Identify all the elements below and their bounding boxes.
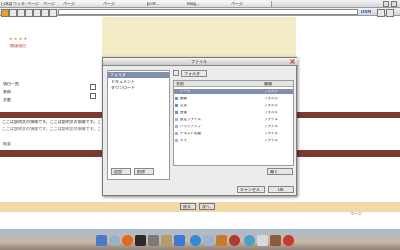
browser-icon[interactable] <box>190 235 201 246</box>
file-icon <box>175 139 178 142</box>
page-header: 関連項目 <box>10 44 26 48</box>
bookmark-icon[interactable] <box>41 9 49 17</box>
home-icon[interactable] <box>1 9 9 17</box>
table-row[interactable]: 設定ファイル ファイル <box>174 117 293 122</box>
table-row[interactable]: メモ ファイル <box>174 138 293 143</box>
footer-button-next[interactable]: 次へ <box>199 203 215 210</box>
checkbox[interactable] <box>90 84 96 90</box>
add-button[interactable]: 追加 <box>111 168 131 175</box>
window-button[interactable] <box>383 1 389 7</box>
tree-item[interactable]: ダウンロード <box>111 86 135 90</box>
mail-icon[interactable] <box>203 235 214 246</box>
table-row[interactable]: データ フォルダ <box>174 89 293 94</box>
folder-button[interactable]: フォルダ <box>181 70 207 77</box>
file-dialog: ファイル フォルダ ドキュメント ダウンロード 追加 削除 フォルダ 名前 種類… <box>102 57 298 196</box>
blue-app-icon[interactable] <box>174 235 185 246</box>
browser-tab[interactable]: ページ <box>62 1 104 7</box>
open-button[interactable]: 開く <box>267 168 293 175</box>
file-icon <box>175 132 178 135</box>
reload-icon[interactable] <box>25 9 33 17</box>
folder-icon <box>175 97 178 100</box>
system-icon[interactable] <box>109 235 120 246</box>
photo-icon[interactable] <box>216 235 227 246</box>
up-icon[interactable] <box>173 70 179 76</box>
side-label: 文献 <box>3 98 11 102</box>
network-icon[interactable] <box>148 235 159 246</box>
cream-panel <box>102 17 296 57</box>
stop-icon[interactable] <box>33 9 41 17</box>
table-header: 名前 種類 <box>174 81 293 87</box>
cancel-button[interactable]: キャンセル <box>237 186 265 193</box>
browser-tab-bar: 日本語の… ウィキペディア ページ ページ ページ ページ Jicnt… Blo… <box>0 0 400 8</box>
file-icon <box>175 125 178 128</box>
folder-tree: フォルダ ドキュメント ダウンロード <box>107 70 170 180</box>
globe-icon[interactable] <box>244 235 255 246</box>
browser-tab[interactable]: ページ <box>230 1 272 7</box>
finder-icon[interactable] <box>96 235 107 246</box>
star-rating: ★ ★ ★ ★ <box>9 37 28 41</box>
file-table: 名前 種類 データ フォルダ 画像 フォルダ 文書 フォルダ 音楽 フォルダ 設… <box>173 80 294 166</box>
remove-button[interactable]: 削除 <box>134 168 154 175</box>
game-icon[interactable] <box>229 235 240 246</box>
browser-tab[interactable]: Jicnt… <box>146 1 188 7</box>
address-bar[interactable] <box>58 9 358 15</box>
page-bottom <box>0 216 400 229</box>
ok-button[interactable]: OK <box>268 186 294 193</box>
folder-icon <box>175 104 178 107</box>
section-heading: 概要 <box>3 142 11 146</box>
app-icon[interactable] <box>257 235 268 246</box>
table-row[interactable]: 文書 フォルダ <box>174 103 293 108</box>
forward-icon[interactable] <box>17 9 25 17</box>
app-icon[interactable] <box>270 235 281 246</box>
tree-item[interactable]: ドキュメント <box>111 80 135 84</box>
right-column <box>296 17 400 112</box>
browser-tab[interactable]: ページ <box>42 1 64 7</box>
dialog-title: ファイル <box>191 60 207 64</box>
folder-icon <box>175 111 178 114</box>
zoom-icon[interactable] <box>377 9 385 17</box>
table-row[interactable]: バックアップ ファイル <box>174 124 293 129</box>
back-icon[interactable] <box>9 9 17 17</box>
app-icon[interactable] <box>283 235 294 246</box>
side-label: 参照 <box>3 90 11 94</box>
side-label: 項目一覧 <box>3 82 19 86</box>
table-row[interactable]: テキスト書類 ファイル <box>174 131 293 136</box>
close-icon[interactable] <box>391 1 397 7</box>
toolbar-label: DRM <box>361 10 372 14</box>
browser-tab[interactable]: ページ <box>102 1 148 7</box>
table-row[interactable]: 画像 フォルダ <box>174 96 293 101</box>
left-column <box>0 17 100 112</box>
firefox-icon[interactable] <box>122 235 133 246</box>
file-icon <box>175 118 178 121</box>
folder-icon[interactable] <box>161 235 172 246</box>
print-icon[interactable] <box>49 9 57 17</box>
dialog-title-bar: ファイル <box>103 58 298 66</box>
checkbox[interactable] <box>90 93 96 99</box>
table-row[interactable]: 音楽 フォルダ <box>174 110 293 115</box>
footer-button-back[interactable]: 戻る <box>180 203 196 210</box>
terminal-icon[interactable] <box>135 235 146 246</box>
browser-tab[interactable]: Blog… <box>186 1 232 7</box>
tree-root[interactable]: フォルダ <box>108 72 169 78</box>
menu-icon[interactable] <box>386 9 394 17</box>
close-icon[interactable] <box>290 59 295 64</box>
